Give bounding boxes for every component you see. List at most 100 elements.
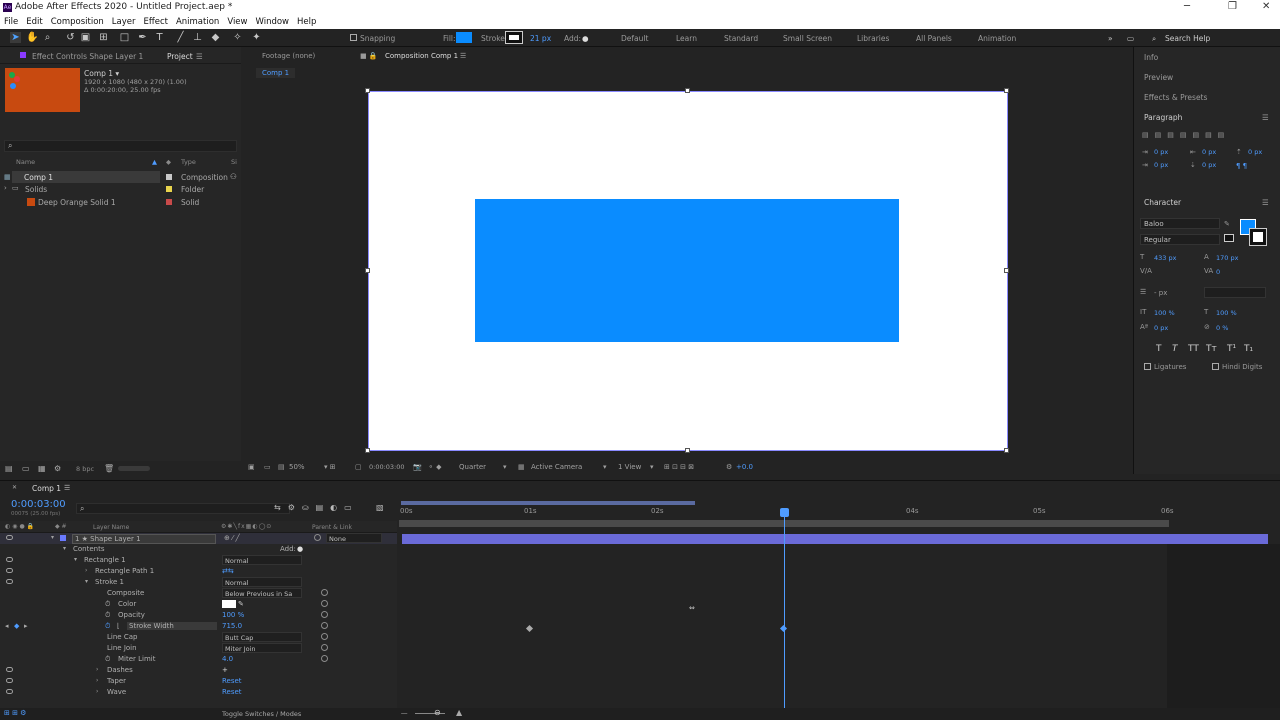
eye-icon[interactable] [6,579,13,584]
overflow-chevron-icon[interactable]: » [1108,34,1113,43]
expand-arrow-icon[interactable]: › [85,567,87,574]
comp-name[interactable]: Comp 1 ▾ [84,69,119,78]
composite-row[interactable]: Composite Below Previous in Sa [0,588,397,599]
collapse-arrow-icon[interactable]: ▾ [85,578,88,585]
keyframe-toggle-icon[interactable]: ◆ [14,622,19,630]
add-circle-icon[interactable]: ● [297,545,303,553]
eye-icon[interactable] [6,678,13,683]
search-help-input[interactable]: Search Help [1165,34,1210,43]
clone-stamp-tool-icon[interactable]: ⊥ [192,32,203,43]
next-keyframe-icon[interactable]: ▸ [24,622,28,630]
expression-pickwhip-icon[interactable] [321,622,328,629]
maximize-icon[interactable]: ❐ [1228,1,1237,12]
add-content-button[interactable]: Add: [280,545,296,553]
graph-icon[interactable]: ⌊ [117,622,120,630]
project-item-comp1[interactable]: ▦ Comp 1 Composition ⚇ [0,171,241,183]
transform-handle[interactable] [365,448,370,453]
project-item-deep-orange-solid[interactable]: Deep Orange Solid 1 Solid [0,196,241,208]
type-tool-icon[interactable]: T [154,32,165,43]
tab-composition[interactable]: Composition Comp 1 [385,52,458,60]
exposure-reset-icon[interactable]: ⚙ [726,463,732,471]
current-time-indicator[interactable] [784,508,785,708]
column-size[interactable]: Si [231,158,237,166]
vertical-scale-value[interactable]: 100 % [1154,309,1175,317]
transform-handle[interactable] [685,448,690,453]
paragraph-panel-tab[interactable]: Paragraph [1144,113,1182,122]
faux-italic-button[interactable]: T [1172,344,1178,354]
contents-row[interactable]: ▾ Contents Add: ● [0,544,397,555]
timeline-switches-icon[interactable]: ⇆⚙⛀▤◐▭ [274,503,359,512]
tab-effect-controls[interactable]: Effect Controls Shape Layer 1 [32,52,143,61]
zoom-out-icon[interactable]: ⏤ [401,709,407,719]
bit-depth-button[interactable]: 8 bpc [76,465,94,473]
rotate-tool-icon[interactable]: ↺ [65,32,76,43]
stroke-color-swatch[interactable] [222,600,236,608]
playhead-handle[interactable] [780,508,789,517]
project-menu-icon[interactable]: ☰ [196,52,203,61]
eye-icon[interactable] [6,535,13,540]
expand-arrow-icon[interactable]: › [96,666,98,673]
baseline-shift-value[interactable]: 0 px [1154,324,1168,332]
indent-first-value[interactable]: 0 px [1202,148,1216,156]
zoom-tool-icon[interactable]: ⌕ [42,32,53,43]
eyedropper-icon[interactable]: ✎ [1224,220,1230,228]
viewer-menu-icon[interactable]: ☰ [460,52,466,60]
pan-behind-tool-icon[interactable]: ⊞ [98,32,109,43]
horizontal-scale-value[interactable]: 100 % [1216,309,1237,317]
interpret-footage-icon[interactable]: ▤ [5,464,13,473]
leading-value[interactable]: 170 px [1216,254,1238,262]
opacity-value[interactable]: 100 % [222,611,244,619]
project-search-input[interactable]: ⌕ [4,140,237,152]
column-type[interactable]: Type [181,158,196,166]
transform-handle[interactable] [1004,268,1009,273]
label-swatch[interactable] [166,186,172,192]
menu-view[interactable]: View [223,15,251,27]
workspace-small-screen[interactable]: Small Screen [783,34,832,43]
stroke-blend-dropdown[interactable]: Normal [222,577,302,587]
region-of-interest-icon[interactable]: ▢ [355,463,362,471]
keyframe-marker[interactable] [525,624,534,633]
faux-bold-button[interactable]: T [1156,344,1162,354]
pickwhip-icon[interactable] [314,534,321,541]
timeline-close-icon[interactable]: ✕ [12,484,17,491]
sort-arrow-icon[interactable]: ▲ [152,158,157,166]
stopwatch-icon[interactable]: ⏱ [105,600,110,609]
eye-icon[interactable] [6,667,13,672]
font-size-value[interactable]: 433 px [1154,254,1176,262]
timeline-menu-icon[interactable]: ☰ [64,484,70,492]
new-comp-icon[interactable]: ▦ [38,464,46,473]
workspace-standard[interactable]: Standard [724,34,758,43]
zoom-slider-thumb-icon[interactable]: ⊖ [434,708,441,717]
taper-row[interactable]: › Taper Reset [0,676,397,687]
indent-right-value[interactable]: 0 px [1154,161,1168,169]
mask-visibility-icon[interactable]: ▭ [264,463,271,471]
menu-animation[interactable]: Animation [172,15,223,27]
column-name[interactable]: Name [16,158,35,166]
align-buttons-icon[interactable]: ▤▤▤▤▤▤▤ [1142,131,1230,139]
always-preview-icon[interactable]: ▣ [248,463,255,471]
indent-left-value[interactable]: 0 px [1154,148,1168,156]
timeline-search-input[interactable]: ⌕ [76,503,290,514]
current-time[interactable]: 0:00:03:00 [369,463,405,471]
layer-duration-bar[interactable] [402,534,1268,544]
expression-pickwhip-icon[interactable] [321,589,328,596]
menu-help[interactable]: Help [293,15,320,27]
black-swatch[interactable] [1224,234,1234,242]
graph-editor-icon[interactable]: ▧ [376,503,384,512]
views-chevron-icon[interactable]: ▾ [650,463,654,471]
rectangle-1-row[interactable]: ▾ Rectangle 1 Normal [0,555,397,566]
panel-toggle-icon[interactable]: ▭ [1127,34,1134,43]
opacity-row[interactable]: ⏱ Opacity 100 % [0,610,397,621]
character-panel-tab[interactable]: Character [1144,198,1181,207]
search-icon[interactable]: ⌕ [1152,34,1156,44]
exposure-value[interactable]: +0.0 [736,463,753,471]
resolution-dropdown[interactable]: Quarter [459,463,486,471]
close-icon[interactable]: ✕ [1262,1,1270,12]
views-dropdown[interactable]: 1 View [618,463,641,471]
eye-icon[interactable] [6,568,13,573]
prev-keyframe-icon[interactable]: ◂ [5,622,9,630]
preview-panel-tab[interactable]: Preview [1144,73,1173,82]
expression-pickwhip-icon[interactable] [321,600,328,607]
expand-arrow-icon[interactable]: › [4,184,7,192]
label-column-icon[interactable]: ◆ [166,158,171,166]
